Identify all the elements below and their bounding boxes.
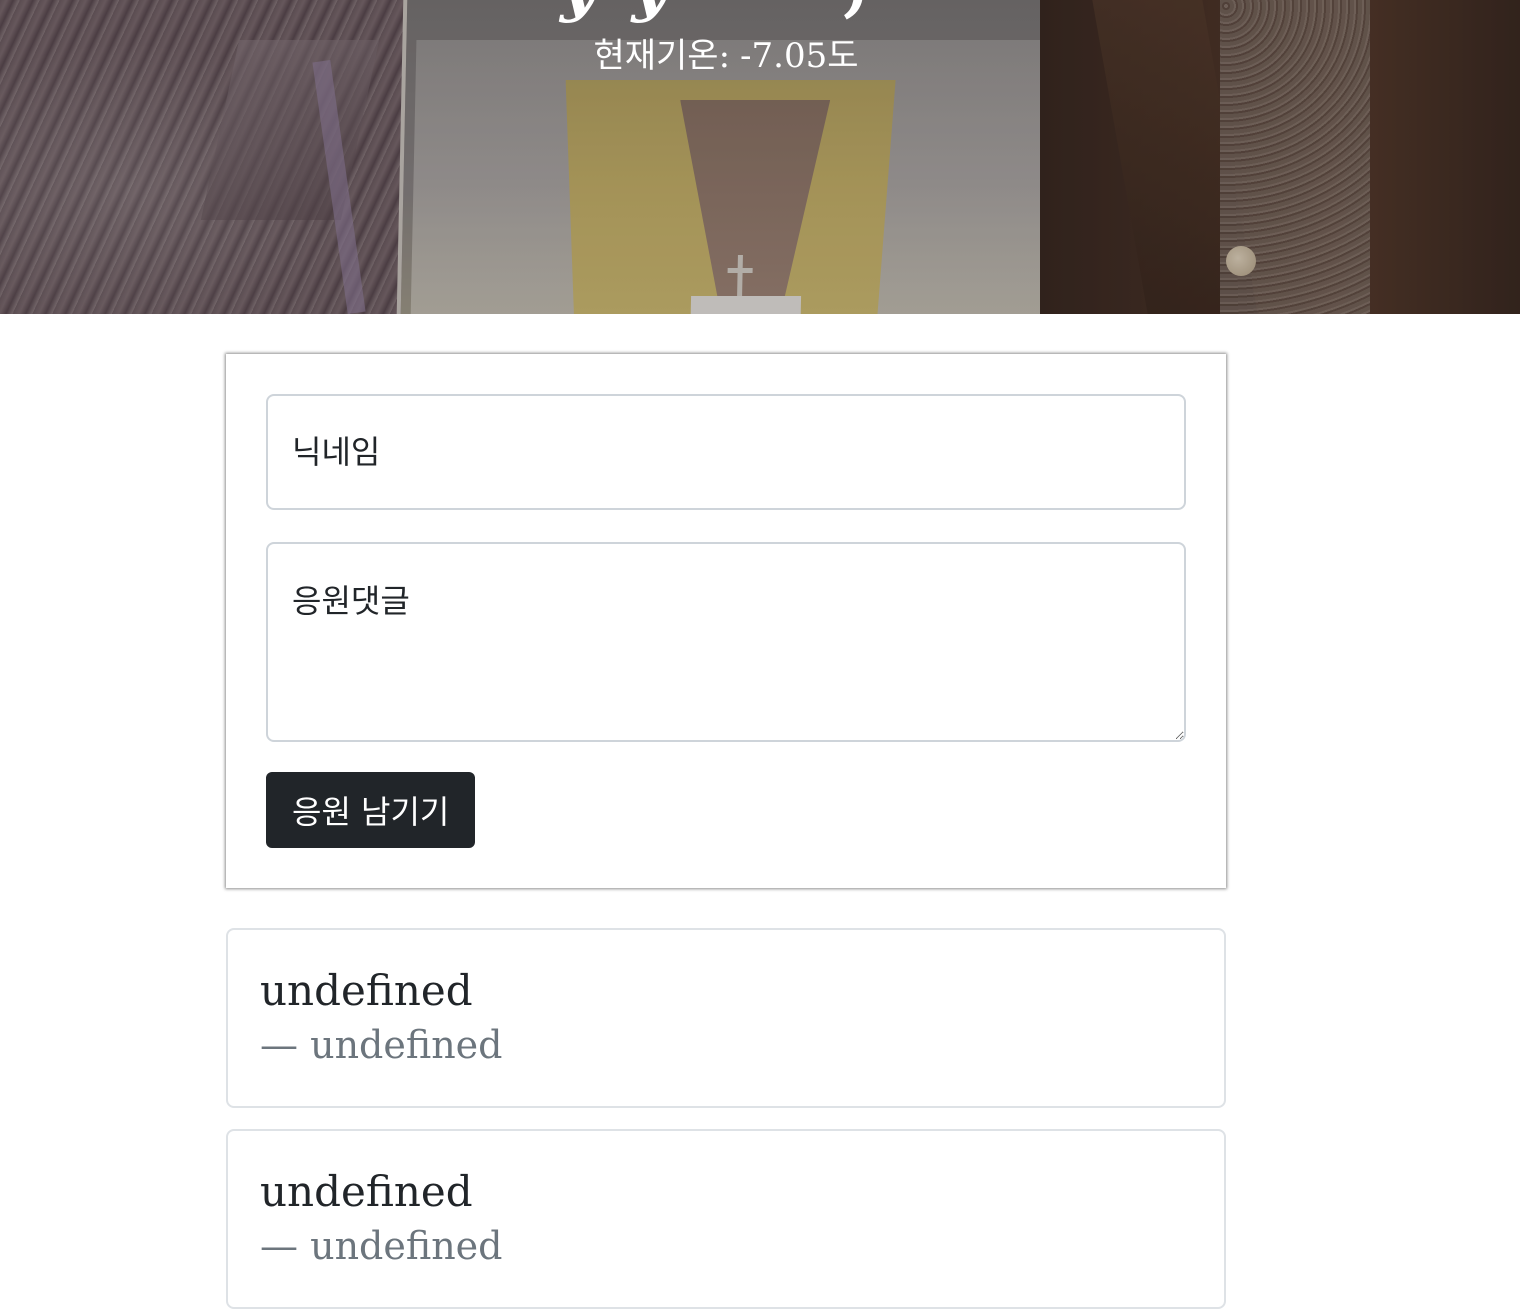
author-prefix: —	[260, 1022, 298, 1067]
author-prefix: —	[260, 1223, 298, 1268]
author-name: undefined	[310, 1223, 503, 1268]
author-name: undefined	[310, 1022, 503, 1067]
comment-text: undefined	[260, 1167, 473, 1216]
comment-textarea[interactable]	[266, 542, 1186, 742]
comment-card: undefined — undefined	[226, 1129, 1226, 1309]
submit-comment-button[interactable]: 응원 남기기	[266, 772, 476, 848]
comment-form-card: 응원 남기기	[226, 354, 1226, 888]
nickname-input[interactable]	[266, 394, 1186, 510]
banner-title-cropped: y y ·· ,	[560, 0, 873, 25]
comment-card: undefined — undefined	[226, 928, 1226, 1108]
comment-author: — undefined	[260, 1222, 1192, 1271]
header-banner: y y ·· , 현재기온:-7.05도	[0, 0, 1520, 314]
temperature-value: -7.05도	[740, 36, 859, 76]
comment-text: undefined	[260, 966, 473, 1015]
temperature-label: 현재기온:	[593, 36, 731, 76]
comment-author: — undefined	[260, 1021, 1192, 1070]
current-temperature: 현재기온: -7.05도	[0, 28, 1452, 77]
